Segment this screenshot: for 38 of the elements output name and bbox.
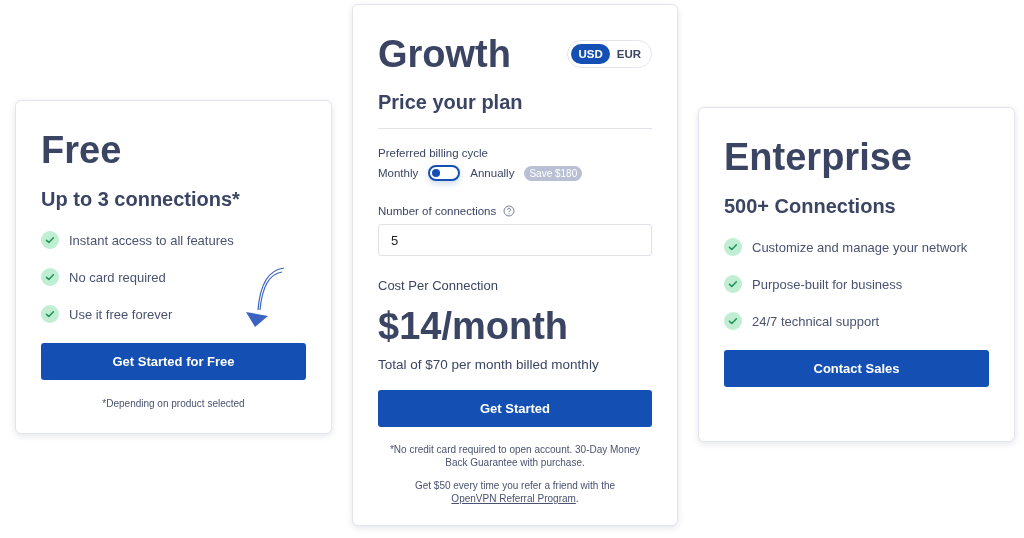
cta-button[interactable]: Get Started bbox=[378, 390, 652, 427]
cta-button[interactable]: Get Started for Free bbox=[41, 343, 306, 380]
feature-text: Purpose-built for business bbox=[752, 276, 903, 292]
billing-option: Monthly bbox=[378, 167, 419, 179]
total-text: Total of $70 per month billed monthly bbox=[378, 357, 600, 372]
cost-label: Cost Per Connection bbox=[378, 278, 499, 293]
referral-text: Get $50 every time you refer a friend with the OpenVPN Referral Program. bbox=[413, 479, 617, 505]
disclaimer-text: *No credit card required to open account. 30-Day Money Back Guarantee with purchase. bbox=[388, 443, 642, 469]
feature-text: Instant access to all features bbox=[69, 232, 234, 248]
footnote: *Depending on product selected bbox=[101, 398, 246, 409]
referral-link[interactable]: OpenVPN Referral Program bbox=[451, 493, 576, 504]
help-icon[interactable] bbox=[503, 205, 516, 217]
plan-subtitle: Up to 3 connections* bbox=[41, 188, 241, 211]
check-icon bbox=[724, 275, 742, 293]
plan-title: Growth bbox=[378, 35, 511, 73]
connections-input[interactable]: 5 bbox=[378, 224, 652, 256]
plan-title: Enterprise bbox=[724, 138, 913, 176]
plan-subtitle: 500+ Connections bbox=[724, 195, 897, 218]
currency-tab[interactable]: USD bbox=[571, 44, 610, 64]
savings-badge: Save $180 bbox=[524, 165, 583, 181]
billing-label: Preferred billing cycle bbox=[378, 147, 489, 159]
currency-tab[interactable]: EUR bbox=[609, 44, 648, 64]
plan-title: Free bbox=[41, 131, 123, 169]
billing-toggle[interactable] bbox=[428, 165, 461, 181]
check-icon bbox=[724, 312, 742, 330]
price-text: $14/month bbox=[378, 307, 570, 345]
feature-text: No card required bbox=[69, 269, 166, 285]
connections-label: Number of connections bbox=[378, 205, 497, 217]
check-icon bbox=[41, 268, 59, 286]
check-icon bbox=[724, 238, 742, 256]
plan-subtitle: Price your plan bbox=[378, 91, 524, 114]
billing-option: Annually bbox=[470, 167, 515, 179]
cta-button[interactable]: Contact Sales bbox=[724, 350, 989, 387]
check-icon bbox=[41, 305, 59, 323]
check-icon bbox=[41, 231, 59, 249]
feature-text: Use it free forever bbox=[69, 306, 173, 322]
feature-text: 24/7 technical support bbox=[752, 313, 880, 329]
feature-text: Customize and manage your network bbox=[752, 239, 968, 255]
